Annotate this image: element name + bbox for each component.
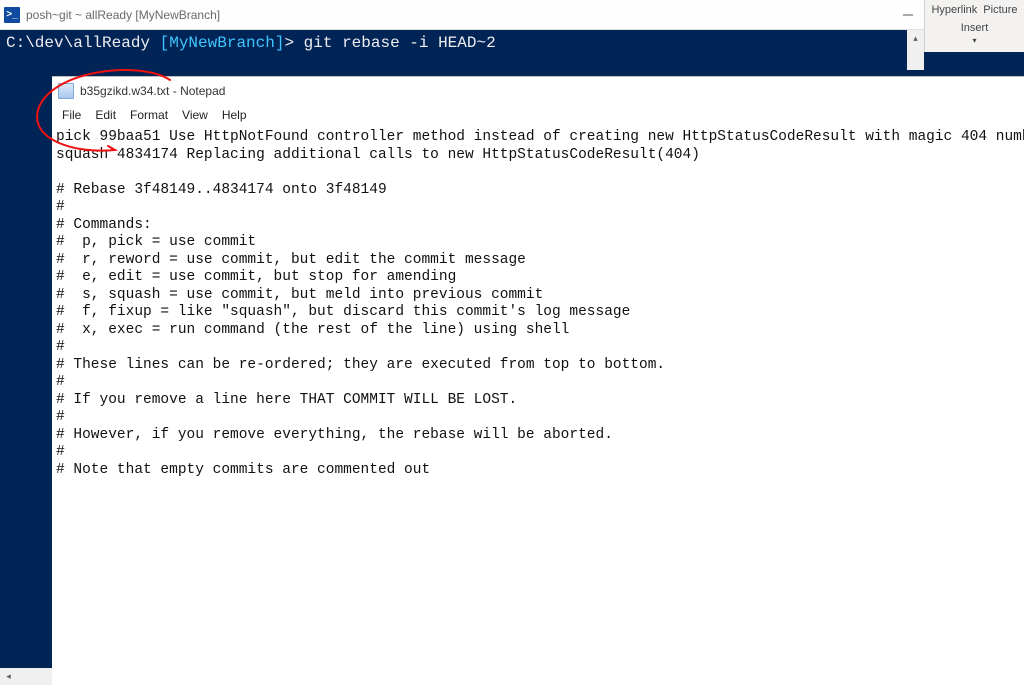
console-horizontal-scrollbar[interactable]: ◂ [0,668,52,685]
window-title: posh~git ~ allReady [MyNewBranch] [26,8,885,22]
notepad-icon [58,83,74,99]
scroll-up-arrow-icon[interactable]: ▴ [907,30,924,47]
notepad-window: b35gzikd.w34.txt - Notepad File Edit For… [52,76,1024,685]
ribbon-hyperlink[interactable]: Hyperlink [931,4,977,16]
menu-file[interactable]: File [56,106,87,124]
menu-view[interactable]: View [176,106,214,124]
ribbon-picture[interactable]: Picture [983,4,1017,16]
command-text: git rebase -i HEAD~2 [304,34,496,52]
ribbon-insert[interactable]: Insert [929,20,1020,34]
notepad-filename: b35gzikd.w34.txt [80,84,169,98]
prompt-branch: [MyNewBranch] [160,34,285,52]
notepad-appname: Notepad [180,84,225,98]
menu-edit[interactable]: Edit [89,106,122,124]
notepad-menubar: File Edit Format View Help [52,105,1024,125]
scroll-left-arrow-icon[interactable]: ◂ [0,668,17,685]
notepad-text-area[interactable]: pick 99baa51 Use HttpNotFound controller… [52,125,1024,685]
notepad-titlebar: b35gzikd.w34.txt - Notepad [52,77,1024,105]
powershell-titlebar: >_ posh~git ~ allReady [MyNewBranch] [0,0,1024,30]
prompt-path: C:\dev\allReady [6,34,160,52]
chevron-down-icon[interactable]: ▾ [972,36,976,45]
prompt-suffix: > [284,34,303,52]
menu-format[interactable]: Format [124,106,174,124]
console-vertical-scrollbar[interactable]: ▴ [907,30,924,70]
powershell-icon: >_ [4,7,20,23]
ribbon-fragment: Hyperlink Picture Insert ▾ [924,0,1024,52]
menu-help[interactable]: Help [216,106,253,124]
